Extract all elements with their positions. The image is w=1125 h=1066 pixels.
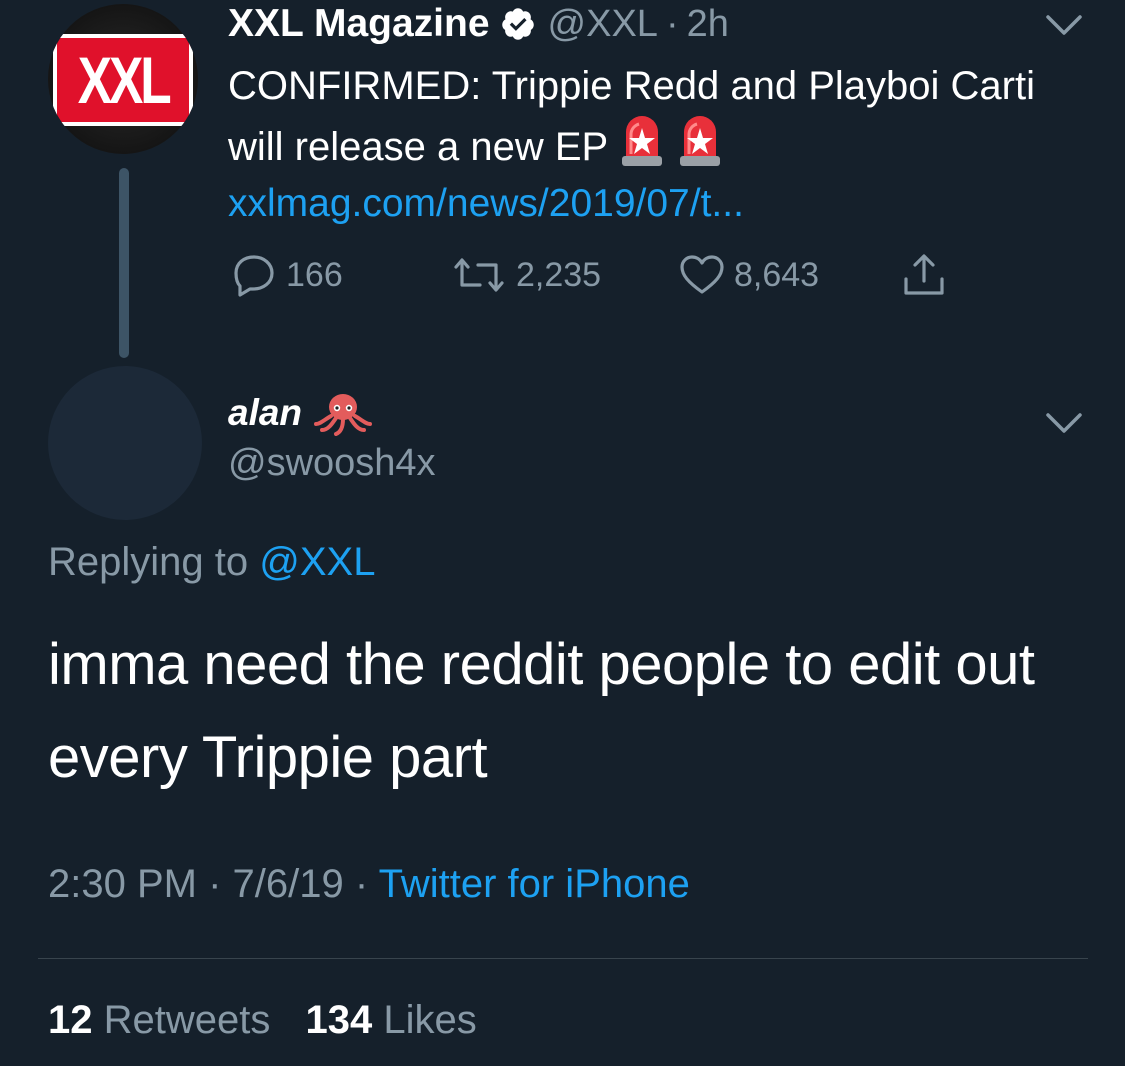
tweet-date: 7/6/19 (232, 862, 344, 906)
chevron-down-icon[interactable] (1044, 12, 1084, 38)
avatar[interactable] (48, 366, 202, 520)
verified-badge-icon (500, 6, 536, 42)
reply-display-name[interactable]: alan (228, 392, 302, 434)
reply-tweet-text: imma need the reddit people to edit out … (48, 632, 1035, 790)
replying-to-handle[interactable]: @XXL (259, 540, 375, 584)
parent-tweet-header: XXL Magazine @XXL · 2h (228, 0, 729, 48)
like-count: 8,643 (734, 255, 820, 294)
reply-handle[interactable]: @swoosh4x (228, 442, 436, 485)
reply-icon (234, 255, 274, 297)
time-separator: · (665, 2, 679, 45)
retweets-stat[interactable]: 12 Retweets (48, 998, 270, 1042)
xxl-avatar[interactable]: XXL (48, 4, 198, 154)
reply-count: 166 (286, 255, 343, 294)
parent-display-name[interactable]: XXL Magazine (228, 2, 490, 46)
thread-line (119, 168, 129, 358)
parent-tweet-text: CONFIRMED: Trippie Redd and Playboi Cart… (228, 56, 1088, 185)
parent-tweet-link[interactable]: xxlmag.com/news/2019/07/t... (228, 176, 744, 232)
tweet-time: 2:30 PM (48, 862, 197, 906)
parent-handle[interactable]: @XXL (548, 3, 658, 46)
replying-to-line: Replying to @XXL (48, 540, 375, 585)
tweet-source-link[interactable]: Twitter for iPhone (379, 862, 690, 906)
likes-stat-count: 134 (305, 998, 373, 1042)
retweets-stat-count: 12 (48, 998, 93, 1042)
tweet-stats: 12 Retweets 134 Likes (48, 998, 477, 1043)
share-action[interactable] (900, 251, 956, 299)
divider (38, 958, 1088, 959)
parent-action-bar: 166 2,235 8,643 (228, 250, 956, 300)
reply-display-name-row: alan (228, 390, 373, 436)
like-action[interactable]: 8,643 (678, 254, 900, 296)
chevron-down-icon[interactable] (1044, 410, 1084, 436)
retweets-stat-label: Retweets (103, 998, 271, 1042)
heart-icon (680, 255, 724, 294)
octopus-icon (314, 390, 373, 436)
likes-stat[interactable]: 134 Likes (306, 998, 477, 1042)
xxl-logo: XXL (53, 34, 193, 126)
replying-to-label: Replying to (48, 540, 249, 584)
reply-action[interactable]: 166 (228, 253, 450, 297)
likes-stat-label: Likes (383, 998, 477, 1042)
retweet-icon (454, 258, 504, 292)
police-car-light-icon (676, 116, 724, 185)
tweet-meta: 2:30 PM · 7/6/19 · Twitter for iPhone (48, 862, 690, 907)
meta-separator: · (208, 862, 222, 906)
police-car-light-icon (618, 116, 666, 185)
retweet-count: 2,235 (516, 255, 602, 294)
retweet-action[interactable]: 2,235 (450, 255, 678, 295)
xxl-logo-text: XXL (77, 43, 172, 117)
share-icon (904, 254, 944, 295)
meta-separator: · (354, 862, 369, 906)
parent-time[interactable]: 2h (687, 3, 729, 46)
